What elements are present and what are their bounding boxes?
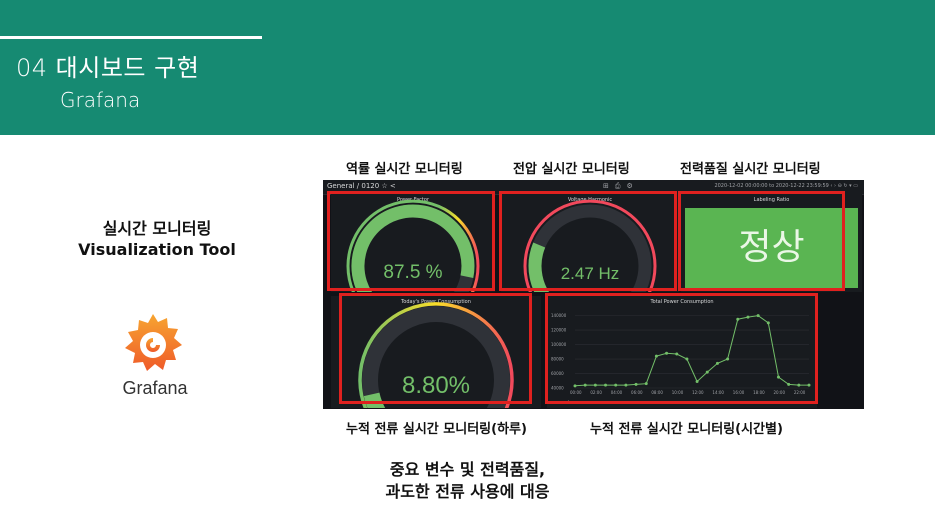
dashboard-breadcrumb[interactable]: General / 0120 ☆ < <box>327 182 396 190</box>
dashboard-toolbar-icons[interactable]: ⊞⎙⚙ <box>603 182 639 191</box>
summary-line2: 과도한 전류 사용에 대응 <box>385 482 550 501</box>
left-title: 실시간 모니터링 Visualization Tool <box>62 218 252 260</box>
highlight-box-todays-power <box>339 293 532 404</box>
section-subtitle: Grafana <box>60 88 141 112</box>
summary-line1: 중요 변수 및 전력품질, <box>389 460 546 479</box>
highlight-box-power-factor <box>327 191 495 291</box>
section-header: 04 대시보드 구현 Grafana <box>0 0 935 135</box>
label-voltage-monitoring: 전압 실시간 모니터링 <box>513 162 630 177</box>
highlight-box-voltage <box>499 191 677 291</box>
label-power-factor-monitoring: 역률 실시간 모니터링 <box>346 162 463 177</box>
header-divider <box>0 36 262 39</box>
time-range-picker[interactable]: 2020-12-02 00:00:00 to 2020-12-22 23:59:… <box>714 183 858 189</box>
label-hourly-current-monitoring: 누적 전류 실시간 모니터링(시간별) <box>590 422 783 437</box>
left-title-line1: 실시간 모니터링 <box>102 219 212 238</box>
label-daily-current-monitoring: 누적 전류 실시간 모니터링(하루) <box>346 422 527 437</box>
label-power-quality-monitoring: 전력품질 실시간 모니터링 <box>680 162 821 177</box>
section-title: 04 대시보드 구현 <box>16 54 200 82</box>
left-title-line2: Visualization Tool <box>78 240 236 259</box>
grafana-logo-text: Grafana <box>122 378 188 398</box>
highlight-box-total-power <box>545 293 818 404</box>
highlight-box-labeling <box>678 191 845 291</box>
grafana-logo-icon <box>125 314 182 371</box>
empty-area <box>821 296 862 408</box>
